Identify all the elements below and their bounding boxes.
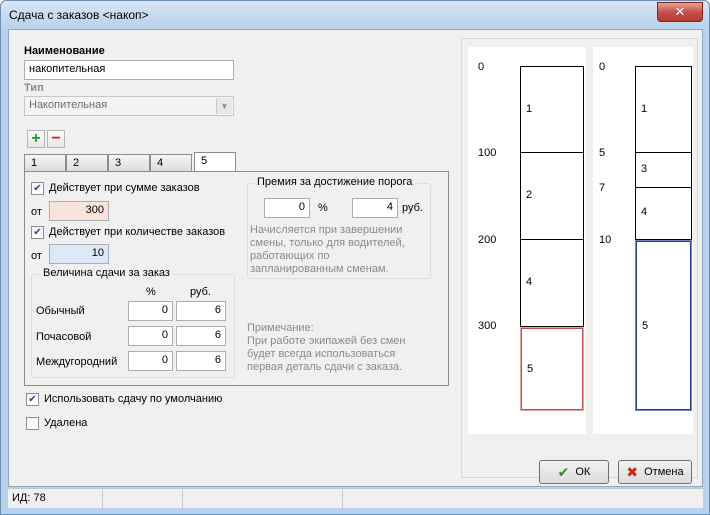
bonus-groupbox: Премия за достижение порога 0 % 4 руб. Н…	[247, 176, 431, 279]
count-segment-label: 4	[641, 206, 648, 218]
sum-segment-label: 5	[527, 363, 534, 375]
check-icon: ✔	[28, 393, 37, 405]
sum-check-label: Действует при сумме заказов	[49, 182, 200, 194]
dialog-window: Сдача с заказов <накоп> ✕ Наименование н…	[0, 0, 710, 515]
bonus-rub-input[interactable]: 4	[352, 198, 398, 218]
sum-bar: 1 2 4 5	[520, 66, 584, 411]
sum-checkbox[interactable]: ✔	[31, 182, 44, 195]
bonus-note: Начисляется при завершении смены, только…	[250, 224, 405, 275]
use-default-label: Использовать сдачу по умолчанию	[44, 393, 223, 405]
tab-3[interactable]: 3	[108, 154, 150, 172]
intercity-percent-input[interactable]: 0	[128, 351, 173, 371]
sum-scale-tick: 300	[478, 320, 497, 332]
bonus-group-title: Премия за достижение порога	[254, 176, 416, 188]
checkmark-icon: ✔	[557, 464, 570, 480]
bonus-rub-unit: руб.	[402, 202, 423, 214]
name-input[interactable]: накопительная	[24, 60, 234, 80]
sum-segment[interactable]: 1	[521, 67, 583, 153]
row-label-hourly: Почасовой	[36, 331, 92, 343]
count-scale-tick: 7	[599, 182, 606, 194]
tab-2[interactable]: 2	[66, 154, 108, 172]
ok-button-label: ОК	[575, 466, 591, 478]
count-check-label: Действует при количестве заказов	[49, 226, 226, 238]
tab-1[interactable]: 1	[24, 154, 66, 172]
deleted-checkbox[interactable]	[26, 417, 39, 430]
row-label-ordinary: Обычный	[36, 305, 85, 317]
type-value: Накопительная	[29, 99, 108, 111]
sum-segment-selected[interactable]: 5	[520, 327, 584, 411]
ordinary-rub-input[interactable]: 6	[176, 301, 226, 321]
note-text: При работе экипажей без смен будет всегд…	[247, 335, 406, 373]
hourly-rub-input[interactable]: 6	[176, 326, 226, 346]
client-area: Наименование накопительная Тип Накопител…	[8, 29, 703, 487]
close-icon: ✕	[674, 4, 686, 19]
bonus-percent-unit: %	[318, 202, 328, 214]
count-segment-label: 5	[642, 320, 649, 332]
note-title: Примечание:	[247, 322, 314, 334]
sum-segment-label: 1	[526, 103, 533, 115]
chevron-down-icon: ▼	[216, 98, 232, 114]
sum-diagram: 0 100 200 300 1 2 4 5	[468, 47, 586, 434]
left-panel: Наименование накопительная Тип Накопител…	[19, 38, 454, 478]
count-checkbox[interactable]: ✔	[31, 226, 44, 239]
add-button[interactable]: +	[27, 130, 45, 148]
title-bar[interactable]: Сдача с заказов <накоп> ✕	[1, 1, 709, 29]
tab-5[interactable]: 5	[194, 152, 236, 172]
count-threshold-input[interactable]: 10	[49, 244, 109, 264]
count-segment-label: 1	[641, 103, 648, 115]
count-bar: 1 3 4 5	[635, 66, 692, 411]
use-default-checkbox[interactable]: ✔	[26, 393, 39, 406]
row-label-intercity: Междугородний	[36, 356, 118, 368]
hourly-percent-input[interactable]: 0	[128, 326, 173, 346]
sum-segment-label: 4	[526, 276, 533, 288]
status-bar: ИД: 78	[8, 488, 703, 509]
sum-segment[interactable]: 4	[521, 240, 583, 327]
sum-segment-label: 2	[526, 189, 533, 201]
sum-scale-tick: 0	[478, 61, 485, 73]
sum-scale-tick: 100	[478, 147, 497, 159]
minus-icon: −	[51, 130, 61, 147]
count-segment[interactable]: 4	[636, 188, 691, 240]
rates-groupbox: Величина сдачи за заказ % руб. Обычный 0…	[31, 267, 235, 378]
col-percent-header: %	[146, 286, 156, 298]
status-id: ИД: 78	[8, 489, 103, 509]
count-diagram: 0 5 7 10 1 3 4 5	[593, 47, 693, 434]
sum-from-label: от	[31, 206, 42, 218]
status-cell-empty	[183, 489, 343, 509]
count-segment-label: 3	[641, 163, 648, 175]
cancel-button-label: Отмена	[644, 466, 684, 478]
threshold-diagram-panel: 0 100 200 300 1 2 4 5 0 5 7 10 1 3 4 5	[461, 38, 698, 478]
type-label: Тип	[24, 82, 44, 94]
sum-scale-tick: 200	[478, 234, 497, 246]
tab-4[interactable]: 4	[150, 154, 192, 172]
plus-icon: +	[31, 130, 41, 147]
sum-threshold-input[interactable]: 300	[49, 201, 109, 221]
intercity-rub-input[interactable]: 6	[176, 351, 226, 371]
check-icon: ✔	[33, 182, 42, 194]
deleted-label: Удалена	[44, 417, 88, 429]
rates-group-title: Величина сдачи за заказ	[40, 267, 173, 279]
count-segment[interactable]: 1	[636, 67, 691, 153]
close-button[interactable]: ✕	[657, 2, 703, 22]
sum-segment[interactable]: 2	[521, 153, 583, 240]
remove-button[interactable]: −	[47, 130, 65, 148]
type-combobox[interactable]: Накопительная ▼	[24, 96, 234, 116]
check-icon: ✔	[33, 226, 42, 238]
count-scale-tick: 5	[599, 147, 606, 159]
status-cell-empty	[103, 489, 183, 509]
count-scale-tick: 0	[599, 61, 606, 73]
count-scale-tick: 10	[599, 234, 612, 246]
col-rub-header: руб.	[190, 286, 211, 298]
ok-button[interactable]: ✔ ОК	[539, 460, 609, 484]
ordinary-percent-input[interactable]: 0	[128, 301, 173, 321]
bonus-percent-input[interactable]: 0	[264, 198, 310, 218]
cancel-button[interactable]: ✖ Отмена	[618, 460, 692, 484]
name-label: Наименование	[24, 45, 105, 57]
count-segment[interactable]: 3	[636, 153, 691, 188]
window-title: Сдача с заказов <накоп>	[9, 8, 149, 22]
count-from-label: от	[31, 250, 42, 262]
count-segment-selected[interactable]: 5	[635, 240, 692, 411]
tab-panel-5: ✔ Действует при сумме заказов от 300 ✔ Д…	[24, 171, 449, 386]
cancel-icon: ✖	[626, 464, 639, 480]
